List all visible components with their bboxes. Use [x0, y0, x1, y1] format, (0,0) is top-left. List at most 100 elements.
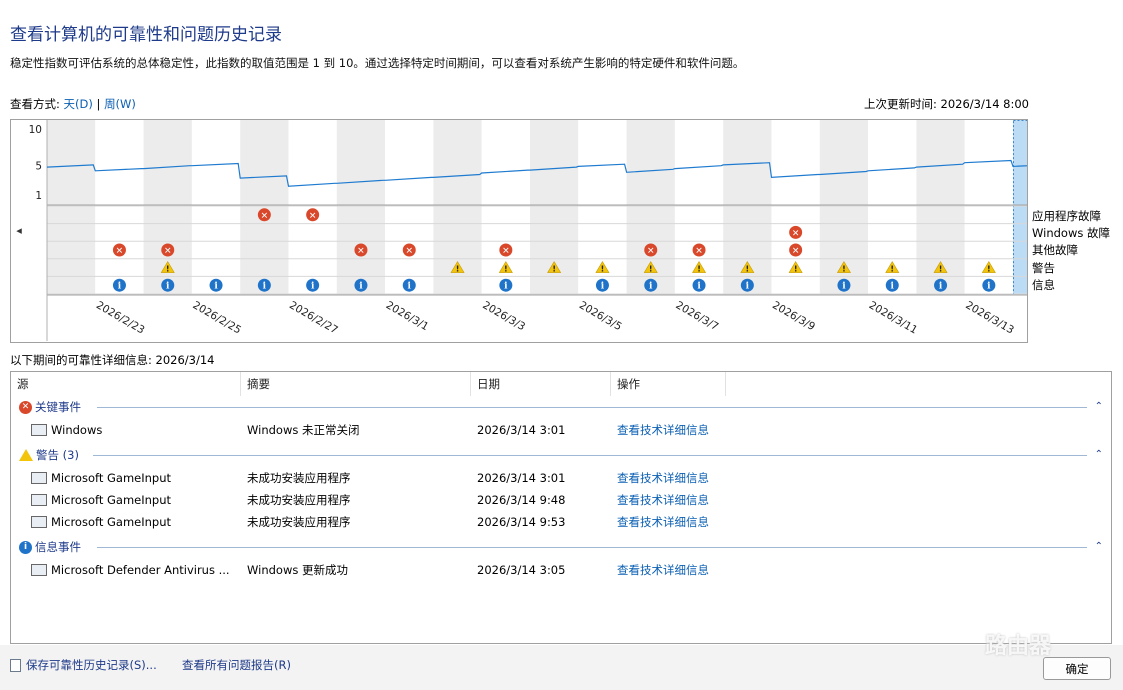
- ok-button[interactable]: 确定: [1043, 657, 1111, 680]
- info-icon: i: [595, 278, 609, 292]
- date-cell: 2026/3/14 3:05: [477, 563, 566, 577]
- detail-title: 以下期间的可靠性详细信息: 2026/3/14: [10, 353, 215, 367]
- save-history-link[interactable]: 保存可靠性历史记录(S)...: [10, 657, 157, 673]
- error-icon: ✕: [19, 400, 32, 414]
- error-mark: ✕: [261, 211, 269, 221]
- info-mark: i: [118, 282, 122, 292]
- error-icon: ✕: [789, 225, 803, 239]
- window-icon: [31, 423, 47, 436]
- view-technical-details-link[interactable]: 查看技术详细信息: [617, 423, 709, 437]
- summary-cell: 未成功安装应用程序: [247, 493, 351, 507]
- last-updated: 上次更新时间: 2026/3/14 8:00: [864, 97, 1029, 111]
- row-label-app-failure: 应用程序故障: [1032, 209, 1101, 223]
- group-label: 信息事件: [35, 540, 81, 554]
- error-icon: ✕: [499, 243, 513, 257]
- footer-bar: 保存可靠性历史记录(S)... 查看所有问题报告(R) 确定: [0, 645, 1123, 690]
- y-tick-label: 10: [29, 124, 42, 136]
- view-technical-details-link[interactable]: 查看技术详细信息: [617, 515, 709, 529]
- view-by-bar: 查看方式: 天(D) | 周(W): [10, 96, 136, 112]
- action-cell[interactable]: 查看技术详细信息: [617, 559, 709, 581]
- window-icon: [31, 493, 47, 506]
- date-cell: 2026/3/14 9:48: [477, 493, 566, 507]
- window-icon: [31, 471, 47, 484]
- collapse-icon[interactable]: ⌃: [1095, 541, 1103, 552]
- source-cell: Windows: [31, 419, 241, 441]
- day-column: [288, 120, 337, 295]
- warning-mark: !: [649, 265, 653, 274]
- view-by-week-link[interactable]: 周(W): [104, 97, 136, 111]
- warning-mark: !: [939, 265, 943, 274]
- error-icon: ✕: [112, 243, 126, 257]
- action-cell[interactable]: 查看技术详细信息: [617, 489, 709, 511]
- view-technical-details-link[interactable]: 查看技术详细信息: [617, 563, 709, 577]
- info-icon: i: [19, 540, 32, 554]
- info-mark: i: [746, 282, 750, 292]
- column-header-source[interactable]: 源: [11, 372, 241, 396]
- warning-mark: !: [890, 265, 894, 274]
- error-icon: ✕: [692, 243, 706, 257]
- column-header-action[interactable]: 操作: [611, 372, 726, 396]
- action-cell[interactable]: 查看技术详细信息: [617, 511, 709, 533]
- day-column: [95, 120, 144, 295]
- source-cell: Microsoft GameInput: [31, 511, 241, 533]
- error-mark: ✕: [502, 247, 510, 257]
- action-cell[interactable]: 查看技术详细信息: [617, 467, 709, 489]
- info-icon: i: [982, 278, 996, 292]
- collapse-icon[interactable]: ⌃: [1095, 401, 1103, 412]
- error-mark: ✕: [405, 247, 413, 257]
- summary-cell: Windows 更新成功: [247, 563, 348, 577]
- day-column: [385, 120, 434, 295]
- scroll-left-arrow-icon[interactable]: ◂: [16, 224, 22, 237]
- error-mark: ✕: [164, 247, 172, 257]
- view-technical-details-link[interactable]: 查看技术详细信息: [617, 493, 709, 507]
- view-by-day-link[interactable]: 天(D): [64, 97, 93, 111]
- info-mark: i: [263, 282, 267, 292]
- row-label-windows-failure: Windows 故障: [1032, 226, 1110, 240]
- table-row[interactable]: Microsoft Defender Antivirus ... Windows…: [11, 559, 1111, 581]
- warning-mark: !: [842, 265, 846, 274]
- warning-mark: !: [504, 265, 508, 274]
- table-row[interactable]: Windows Windows 未正常关闭 2026/3/14 3:01 查看技…: [11, 419, 1111, 441]
- watermark-logo: 路由器: [985, 634, 1052, 659]
- info-mark: i: [359, 282, 363, 292]
- warning-mark: !: [746, 265, 750, 274]
- view-by-label: 查看方式:: [10, 97, 60, 111]
- info-icon: i: [644, 278, 658, 292]
- date-cell: 2026/3/14 3:01: [477, 423, 566, 437]
- reliability-chart[interactable]: 1051✕✕✕✕✕✕✕✕✕✕✕✕!!!!!!!!!!!!!!iiiiiiiiii…: [10, 119, 1028, 343]
- info-mark: i: [311, 282, 315, 292]
- row-label-warning: 警告: [1032, 261, 1055, 275]
- page-title: 查看计算机的可靠性和问题历史记录: [10, 25, 282, 45]
- info-mark: i: [408, 282, 412, 292]
- group-label: 警告 (3): [36, 448, 79, 462]
- action-cell[interactable]: 查看技术详细信息: [617, 419, 709, 441]
- reliability-chart-svg[interactable]: 1051✕✕✕✕✕✕✕✕✕✕✕✕!!!!!!!!!!!!!!iiiiiiiiii…: [11, 120, 1027, 342]
- warning-mark: !: [794, 265, 798, 274]
- info-mark: i: [601, 282, 605, 292]
- group-critical-events[interactable]: ✕ 关键事件: [19, 399, 81, 415]
- error-mark: ✕: [357, 247, 365, 257]
- warning-mark: !: [697, 265, 701, 274]
- table-row[interactable]: Microsoft GameInput 未成功安装应用程序 2026/3/14 …: [11, 467, 1111, 489]
- info-mark: i: [166, 282, 170, 292]
- info-icon: i: [257, 278, 271, 292]
- collapse-icon[interactable]: ⌃: [1095, 449, 1103, 460]
- view-all-reports-link[interactable]: 查看所有问题报告(R): [182, 657, 291, 673]
- table-row[interactable]: Microsoft GameInput 未成功安装应用程序 2026/3/14 …: [11, 511, 1111, 533]
- group-info-events[interactable]: i 信息事件: [19, 539, 81, 555]
- group-warnings[interactable]: 警告 (3): [19, 447, 79, 463]
- view-technical-details-link[interactable]: 查看技术详细信息: [617, 471, 709, 485]
- group-divider: [97, 407, 1087, 408]
- info-icon: i: [885, 278, 899, 292]
- date-tick-label: 2026/3/11: [867, 299, 920, 336]
- y-tick-label: 1: [35, 190, 42, 202]
- day-column: [47, 120, 96, 295]
- date-tick-label: 2026/3/13: [963, 299, 1016, 336]
- column-header-summary[interactable]: 摘要: [241, 372, 471, 396]
- info-mark: i: [649, 282, 653, 292]
- info-icon: i: [306, 278, 320, 292]
- table-row[interactable]: Microsoft GameInput 未成功安装应用程序 2026/3/14 …: [11, 489, 1111, 511]
- error-icon: ✕: [789, 243, 803, 257]
- error-icon: ✕: [354, 243, 368, 257]
- details-table: 源 摘要 日期 ^ 操作 ✕ 关键事件 ⌃ Windows Windows 未正…: [10, 371, 1112, 644]
